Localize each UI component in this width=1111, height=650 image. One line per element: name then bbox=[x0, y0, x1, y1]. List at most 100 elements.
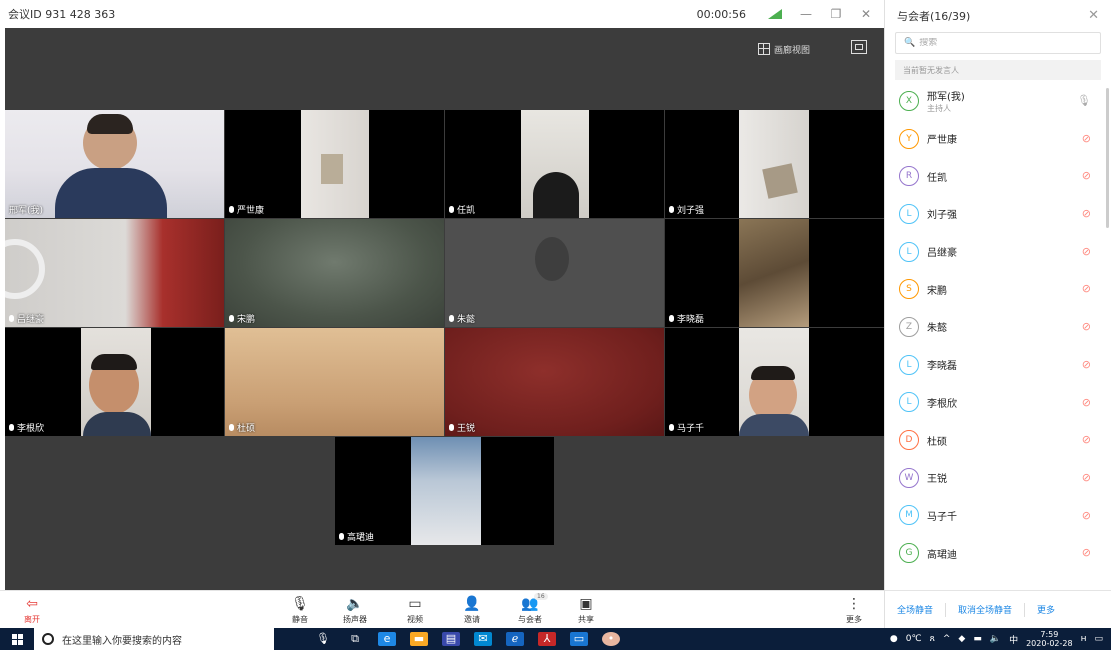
participant-text: 李晓磊 bbox=[927, 357, 957, 372]
avatar: R bbox=[899, 166, 919, 187]
participant-row[interactable]: G 高珺迪 ⊘ bbox=[885, 534, 1105, 572]
participant-row[interactable]: Z 朱懿 ⊘ bbox=[885, 308, 1105, 346]
fullscreen-icon[interactable] bbox=[851, 40, 867, 54]
participant-text: 邢军(我) 主持人 bbox=[927, 88, 965, 114]
video-tile[interactable]: 杜硕 bbox=[225, 328, 444, 436]
mute-button[interactable]: 🎙 静音 bbox=[280, 595, 320, 625]
leave-button[interactable]: ⇦ 离开 bbox=[12, 595, 52, 625]
tile-name: 李根欣 bbox=[9, 421, 44, 434]
microphone-muted-icon[interactable]: ⊘ bbox=[1082, 433, 1091, 446]
start-button[interactable] bbox=[0, 628, 34, 650]
participants-button[interactable]: 👥 16 与会者 bbox=[510, 593, 550, 625]
volume-icon[interactable]: 🔈 bbox=[990, 634, 1001, 644]
microphone-muted-icon[interactable]: ⊘ bbox=[1082, 509, 1091, 522]
participant-row[interactable]: S 宋鹏 ⊘ bbox=[885, 270, 1105, 308]
windows-icon bbox=[11, 633, 23, 645]
meeting-app-icon[interactable]: ▭ bbox=[570, 632, 588, 646]
video-tile[interactable]: 马子千 bbox=[665, 328, 884, 436]
gallery-view-button[interactable]: 画廊视图 bbox=[758, 40, 810, 58]
video-tile[interactable]: 邢军(我) bbox=[5, 110, 224, 218]
share-screen-icon: ▣ bbox=[579, 596, 593, 612]
participant-row[interactable]: Y 严世康 ⊘ bbox=[885, 120, 1105, 158]
participant-row[interactable]: L 刘子强 ⊘ bbox=[885, 195, 1105, 233]
window-controls: 00:00:56 — ❐ ✕ bbox=[697, 0, 884, 28]
microphone-muted-icon[interactable]: ⊘ bbox=[1082, 245, 1091, 258]
file-explorer-icon[interactable]: ▬ bbox=[410, 632, 428, 646]
close-icon[interactable]: ✕ bbox=[1088, 8, 1099, 23]
microphone-icon[interactable]: 🎙 bbox=[314, 632, 332, 646]
tile-name: 邢军(我) bbox=[9, 206, 44, 216]
video-tile[interactable]: 宋鹏 bbox=[225, 219, 444, 327]
taskbar-search[interactable]: 在这里输入你要搜索的内容 bbox=[34, 628, 274, 650]
network-signal-icon[interactable] bbox=[768, 9, 784, 19]
participant-row[interactable]: L 李晓磊 ⊘ bbox=[885, 346, 1105, 384]
notification-icon[interactable]: ▭ bbox=[1094, 634, 1103, 644]
participant-row[interactable]: L 吕继豪 ⊘ bbox=[885, 233, 1105, 271]
participant-row[interactable]: L 李根欣 ⊘ bbox=[885, 384, 1105, 422]
clock[interactable]: 7:59 2020-02-28 bbox=[1026, 630, 1073, 648]
participant-name: 吕继豪 bbox=[927, 248, 957, 260]
video-tile[interactable]: 吕继豪 bbox=[5, 219, 224, 327]
participant-name: 高珺迪 bbox=[927, 549, 957, 561]
share-button[interactable]: ▣ 共享 bbox=[566, 595, 606, 625]
people-icon[interactable]: ጸ bbox=[930, 634, 935, 644]
speaker-icon: 🔈 bbox=[346, 596, 364, 612]
video-tile[interactable]: 高珺迪 bbox=[335, 437, 554, 545]
participant-row[interactable]: R 任凯 ⊘ bbox=[885, 157, 1105, 195]
pdf-icon[interactable]: ⅄ bbox=[538, 632, 556, 646]
mic-icon bbox=[449, 315, 454, 322]
participant-row[interactable]: D 杜硕 ⊘ bbox=[885, 421, 1105, 459]
video-tile[interactable]: 王锐 bbox=[445, 328, 664, 436]
mail-icon[interactable]: ✉ bbox=[474, 632, 492, 646]
video-tile[interactable]: 李根欣 bbox=[5, 328, 224, 436]
avatar: W bbox=[899, 467, 919, 488]
microphone-muted-icon[interactable]: ⊘ bbox=[1082, 207, 1091, 220]
task-view-icon[interactable]: ⧉ bbox=[346, 632, 364, 646]
app-tray-icon[interactable]: ʜ bbox=[1081, 634, 1087, 644]
microphone-muted-icon[interactable]: ⊘ bbox=[1082, 132, 1091, 145]
video-tile[interactable]: 刘子强 bbox=[665, 110, 884, 218]
invite-button[interactable]: 👤 邀请 bbox=[452, 595, 492, 625]
ime-indicator[interactable]: 中 bbox=[1009, 633, 1018, 646]
store-icon[interactable]: ▤ bbox=[442, 632, 460, 646]
network-icon[interactable]: ◆ bbox=[958, 634, 965, 644]
microphone-muted-icon[interactable]: ⊘ bbox=[1082, 282, 1091, 295]
microphone-muted-icon[interactable]: ⊘ bbox=[1082, 169, 1091, 182]
microphone-muted-icon[interactable]: ⊘ bbox=[1082, 358, 1091, 371]
video-tile[interactable]: 任凯 bbox=[445, 110, 664, 218]
close-icon[interactable]: ✕ bbox=[858, 7, 874, 21]
mute-all-button[interactable]: 全场静音 bbox=[885, 603, 945, 616]
avatar-app-icon[interactable]: • bbox=[602, 632, 620, 646]
chevron-up-icon[interactable]: ^ bbox=[943, 634, 951, 644]
video-tile[interactable]: 朱懿 bbox=[445, 219, 664, 327]
avatar: D bbox=[899, 430, 919, 451]
microphone-muted-icon[interactable]: ⊘ bbox=[1082, 546, 1091, 559]
participant-row[interactable]: M 马子千 ⊘ bbox=[885, 497, 1105, 535]
participant-search[interactable]: 🔍 bbox=[895, 32, 1101, 54]
video-tile[interactable]: 严世康 bbox=[225, 110, 444, 218]
microphone-muted-icon[interactable]: ⊘ bbox=[1082, 471, 1091, 484]
battery-icon[interactable]: ▬ bbox=[973, 634, 982, 644]
microphone-icon[interactable]: 🎙 bbox=[1077, 94, 1091, 107]
search-input[interactable] bbox=[919, 38, 1070, 48]
panel-footer: 全场静音 取消全场静音 更多 bbox=[885, 590, 1111, 628]
participant-name: 杜硕 bbox=[927, 436, 947, 448]
panel-more-button[interactable]: 更多 bbox=[1025, 603, 1067, 616]
panel-title: 与会者(16/39) bbox=[897, 10, 971, 23]
ie-icon[interactable]: ℯ bbox=[506, 632, 524, 646]
video-tile[interactable]: 李晓磊 bbox=[665, 219, 884, 327]
minimize-icon[interactable]: — bbox=[798, 7, 814, 21]
tile-name: 李晓磊 bbox=[669, 312, 704, 325]
participant-row[interactable]: X 邢军(我) 主持人 🎙 bbox=[885, 82, 1105, 120]
scrollbar[interactable] bbox=[1106, 88, 1109, 228]
speaker-button[interactable]: 🔈 扬声器 bbox=[335, 595, 375, 625]
microphone-muted-icon[interactable]: ⊘ bbox=[1082, 396, 1091, 409]
unmute-all-button[interactable]: 取消全场静音 bbox=[946, 603, 1024, 616]
edge-icon[interactable]: e bbox=[378, 632, 396, 646]
microphone-muted-icon[interactable]: ⊘ bbox=[1082, 320, 1091, 333]
more-button[interactable]: ⋮ 更多 bbox=[834, 595, 874, 625]
tile-name: 杜硕 bbox=[229, 421, 255, 434]
participant-row[interactable]: W 王锐 ⊘ bbox=[885, 459, 1105, 497]
restore-icon[interactable]: ❐ bbox=[828, 7, 844, 21]
video-button[interactable]: ▭ 视频 bbox=[395, 595, 435, 625]
